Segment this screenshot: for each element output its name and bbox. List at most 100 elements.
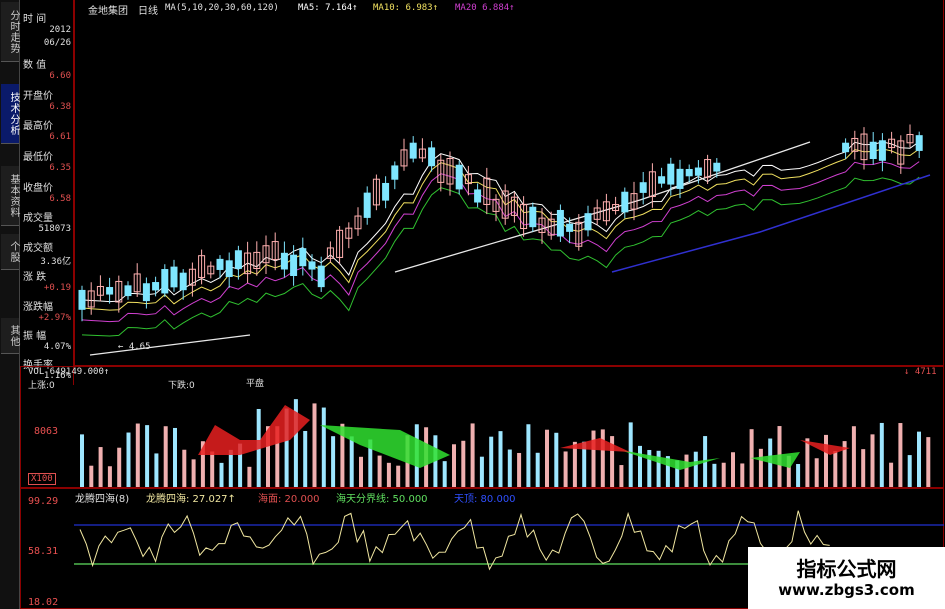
candle-body [584,213,592,231]
volume-red-band-2 [560,438,630,452]
low-price-marker: ← 4.65 [118,342,151,352]
candle-body [694,167,702,176]
chart-canvas [74,124,944,571]
candle-body [713,162,721,172]
volume-bar [470,423,475,487]
volume-bar [740,463,745,487]
candle-body [639,182,647,193]
ma5-line [81,141,920,303]
volume-bar [600,429,605,487]
volume-bar [824,434,828,487]
volume-bar [107,466,112,487]
volume-bar [814,458,819,487]
volume-bar [907,455,912,487]
volume-bar [851,426,856,487]
volume-bar [591,430,596,487]
candle-body [391,165,399,180]
candle-body [455,164,463,190]
volume-bar [126,432,131,487]
volume-bar [898,423,903,487]
candle-body [179,272,187,291]
volume-bar [331,436,336,487]
volume-bar [684,454,689,487]
volume-bar [619,465,624,487]
volume-bar [545,429,549,487]
volume-bar [452,444,456,487]
candle-body [915,135,923,151]
volume-bar [461,440,466,487]
volume-bar [693,451,698,487]
volume-bar [758,448,763,487]
volume-bar [349,436,354,487]
candle-body [124,285,132,297]
candle-body [878,140,886,161]
volume-green-band-3 [750,452,800,468]
candle-body [667,163,675,185]
candle-body [234,250,242,269]
volume-bar [117,447,122,487]
volume-bar [535,452,540,487]
candle-body [529,206,537,228]
candle-body [566,223,574,232]
ma30-line [81,176,920,337]
volume-bar [135,423,140,487]
volume-bar [303,430,308,487]
volume-bar [377,455,382,487]
volume-bar [173,427,177,487]
volume-bar [563,451,568,487]
candle-body [170,266,178,288]
volume-bar [219,462,224,487]
volume-bar [163,426,168,487]
volume-bar [721,462,726,487]
volume-bar [191,459,196,487]
candle-body [842,142,850,153]
volume-bar [870,434,875,487]
candle-body [161,269,169,294]
volume-bar [479,456,484,487]
candle-body [152,282,160,291]
candle-body [78,289,86,310]
candle-body [280,252,288,270]
candle-body [621,191,629,213]
volume-green-band [320,425,450,468]
volume-bar [247,466,252,487]
candle-body [409,142,417,159]
ma120-line [611,174,931,273]
volume-bar [879,422,884,487]
volume-bar [80,434,84,487]
candle-body [556,209,564,237]
volume-bar [796,464,801,487]
volume-bar [312,403,317,487]
candle-body [363,192,371,218]
candle-body [225,260,233,277]
stock-chart-window: 分时走势 技术分析 基本资料 个股 其他 时 间 2012 06/26 数 值 … [0,0,945,609]
volume-bar [228,449,233,487]
volume-bar [889,462,894,487]
volume-bar [517,452,522,487]
watermark-box: 指标公式网 www.zbgs3.com [748,547,945,609]
candle-body [658,176,666,184]
volume-bar [917,431,921,487]
volume-bar [638,445,642,487]
candle-body [299,248,307,267]
candle-body [106,287,114,295]
candle-body [676,168,684,189]
candle-body [317,265,325,288]
volume-bar [628,422,633,487]
volume-bar [154,453,159,487]
volume-bar [489,436,494,487]
candle-body [428,147,436,167]
volume-bar [833,451,838,487]
volume-bar [656,450,661,487]
candle-body [216,258,224,270]
volume-bar [442,461,447,487]
candle-body [474,189,482,203]
volume-bar [145,425,150,487]
volume-bar [321,407,326,487]
volume-bar [396,465,401,487]
volume-bar [926,437,931,487]
candle-body [308,261,316,270]
candle-body [382,182,390,201]
volume-bar [359,456,363,487]
ma10-line [81,148,920,311]
